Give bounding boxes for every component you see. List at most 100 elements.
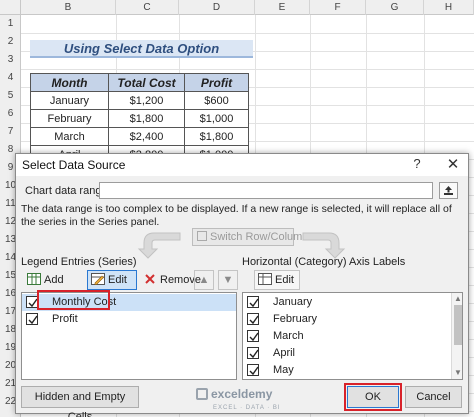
gridline [21,69,474,70]
category-label: February [273,313,318,325]
list-item[interactable]: March [243,328,462,345]
category-checkbox[interactable] [247,313,259,325]
sheet-title-cell[interactable]: Using Select Data Option [30,40,253,58]
dialog-titlebar[interactable]: Select Data Source ? ✕ [16,154,468,176]
column-header-bar: B C D E F G H [0,0,474,15]
table-cell[interactable]: $1,800 [108,109,185,128]
table-row: February $1,800 $1,000 [30,109,249,128]
remove-series-button[interactable]: Remove [139,270,201,290]
table-cell[interactable]: March [30,127,109,146]
checkmark-icon [28,315,38,325]
watermark-brand: exceldemy [211,387,273,401]
table-cell[interactable]: February [30,109,109,128]
list-item[interactable]: January [243,294,462,311]
cancel-button[interactable]: Cancel [405,386,462,408]
table-row: March $2,400 $1,800 [30,127,249,146]
ok-button[interactable]: OK [347,386,399,408]
list-item[interactable]: May [243,362,462,379]
table-cell[interactable]: $1,000 [184,109,249,128]
checkmark-icon [249,349,259,359]
scrollbar-thumb[interactable] [454,305,462,345]
checkmark-icon [249,332,259,342]
axis-labels-label: Horizontal (Category) Axis Labels [242,256,406,268]
category-checkbox[interactable] [247,330,259,342]
table-cell[interactable]: $1,800 [184,127,249,146]
chart-data-range-label: Chart data range: [25,185,111,197]
data-table: Month Total Cost Profit January $1,200 $… [30,73,249,164]
row-header[interactable]: 6 [0,105,21,123]
column-header-d[interactable]: D [179,0,255,15]
column-header-f[interactable]: F [310,0,366,15]
edit-series-icon [91,273,105,285]
category-checkbox[interactable] [247,296,259,308]
list-item[interactable]: April [243,345,462,362]
move-down-button[interactable]: ▼ [218,270,238,290]
chart-data-range-input[interactable] [99,182,433,199]
range-selector-button[interactable] [439,182,458,199]
range-message: The data range is too complex to be disp… [21,203,452,228]
column-header-b[interactable]: B [21,0,116,15]
header-total-cost[interactable]: Total Cost [108,73,185,92]
column-header-e[interactable]: E [255,0,310,15]
axis-list-scrollbar[interactable]: ▲ ▼ [451,293,462,379]
series-label: Profit [52,313,78,325]
table-cell[interactable]: $2,400 [108,127,185,146]
axis-edit-label: Edit [275,274,294,286]
table-row: January $1,200 $600 [30,91,249,110]
header-month[interactable]: Month [30,73,109,92]
monthly-cost-highlight [37,290,110,310]
list-item[interactable]: February [243,311,462,328]
edit-axis-icon [258,273,272,285]
axis-labels-list[interactable]: January February March April May ▲ ▼ [242,292,463,380]
edit-axis-labels-button[interactable]: Edit [254,270,300,290]
row-header[interactable]: 2 [0,33,21,51]
row-header[interactable]: 1 [0,15,21,33]
add-label: Add [44,274,64,286]
category-label: April [273,347,296,359]
category-checkbox[interactable] [247,364,259,376]
move-up-button[interactable]: ▲ [194,270,214,290]
category-label: May [273,364,294,376]
remove-x-icon [145,274,155,284]
hidden-empty-cells-button[interactable]: Hidden and Empty Cells [21,386,139,417]
list-item-profit[interactable]: Profit [22,311,236,328]
row-header[interactable]: 3 [0,51,21,69]
checkmark-icon [249,366,259,376]
select-all-corner[interactable] [0,0,21,15]
category-checkbox[interactable] [247,347,259,359]
checkmark-icon [249,315,259,325]
switch-row-column-button[interactable]: Switch Row/Column [192,228,308,246]
table-cell[interactable]: January [30,91,109,110]
add-series-button[interactable]: Add [23,270,71,290]
watermark-tagline: EXCEL · DATA · BI [213,405,281,411]
close-icon[interactable]: ✕ [443,155,463,175]
row-header[interactable]: 7 [0,123,21,141]
column-header-c[interactable]: C [116,0,179,15]
column-header-h[interactable]: H [424,0,474,15]
category-label: March [273,330,304,342]
chevron-down-icon: ▼ [222,274,234,286]
exceldemy-watermark: exceldemy EXCEL · DATA · BI [196,388,281,414]
scroll-up-icon[interactable]: ▲ [454,294,462,303]
arrow-right-icon [302,232,346,259]
help-icon[interactable]: ? [409,156,425,174]
edit-label: Edit [108,274,127,286]
edit-series-button[interactable]: Edit [87,270,137,290]
table-cell[interactable]: $600 [184,91,249,110]
column-header-g[interactable]: G [366,0,424,15]
chevron-up-icon: ▲ [198,274,210,286]
switch-icon [197,231,207,241]
legend-entries-label: Legend Entries (Series) [21,256,137,268]
table-cell[interactable]: $1,200 [108,91,185,110]
add-series-icon [27,273,41,285]
row-header[interactable]: 5 [0,87,21,105]
gridline [21,33,474,34]
arrow-left-icon [137,232,181,259]
row-header[interactable]: 4 [0,69,21,87]
dialog-title: Select Data Source [22,158,126,172]
scroll-down-icon[interactable]: ▼ [454,368,462,377]
series-checkbox[interactable] [26,313,38,325]
header-profit[interactable]: Profit [184,73,249,92]
switch-row-column-label: Switch Row/Column [210,231,309,243]
category-label: January [273,296,313,308]
